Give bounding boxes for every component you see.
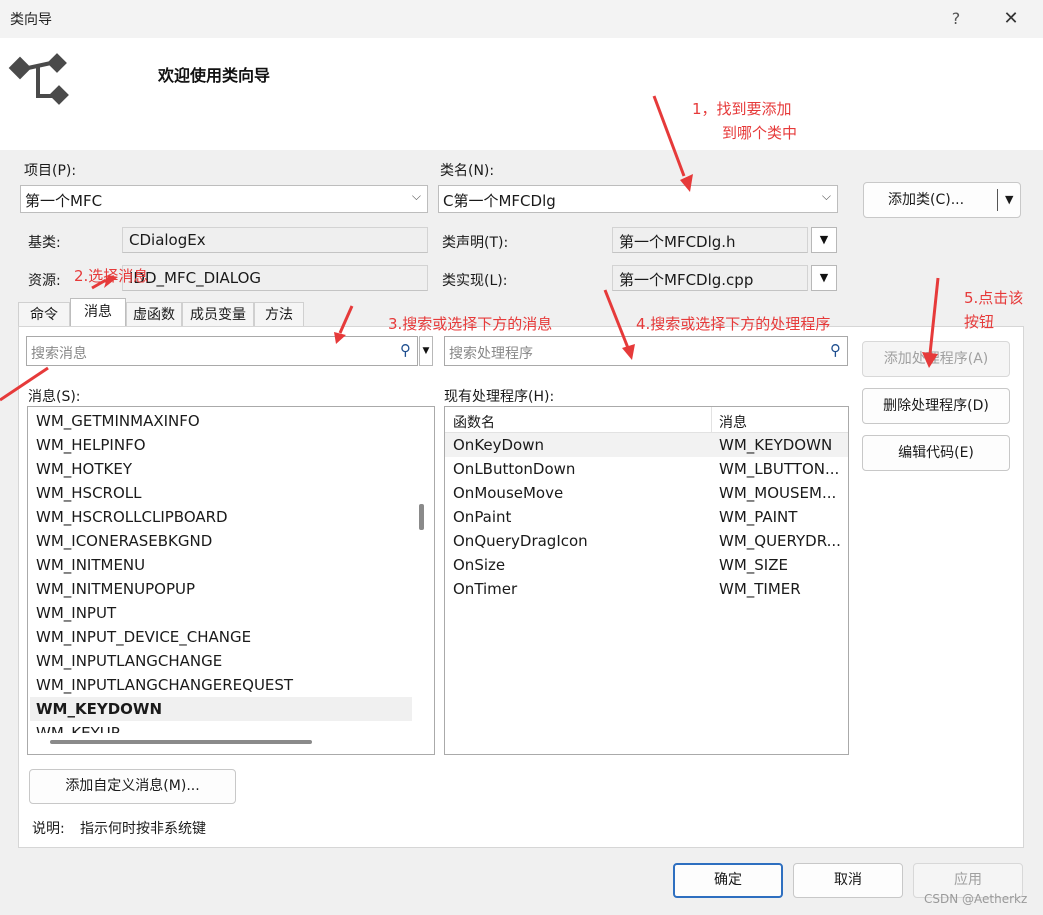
annotation-arrows <box>0 95 940 402</box>
annotation-step2: 2.选择消息 <box>74 267 149 285</box>
annotation-arrowhead-1 <box>680 174 693 192</box>
annotation-step5-line2: 按钮 <box>964 313 995 331</box>
annotation-step1-line1: 1，找到要添加 <box>692 100 792 118</box>
annotation-arrow-2a <box>0 366 49 402</box>
watermark: CSDN @Aetherkz <box>924 892 1028 906</box>
annotation-step3: 3.搜索或选择下方的消息 <box>388 315 553 333</box>
annotation-arrow-5 <box>928 277 940 355</box>
annotation-step5-line1: 5.点击该 <box>964 289 1024 307</box>
annotation-arrow-4 <box>603 289 630 349</box>
annotation-arrowhead-4 <box>622 344 635 360</box>
annotation-arrow-3 <box>338 305 354 334</box>
annotation-step1-line2: 到哪个类中 <box>722 124 798 142</box>
tab-messages[interactable]: 消息 <box>70 298 126 326</box>
annotation-arrow-1 <box>652 95 686 177</box>
annotation-arrowhead-3 <box>334 332 346 344</box>
annotation-step4: 4.搜索或选择下方的处理程序 <box>636 315 831 333</box>
annotation-arrowhead-5 <box>922 352 938 368</box>
